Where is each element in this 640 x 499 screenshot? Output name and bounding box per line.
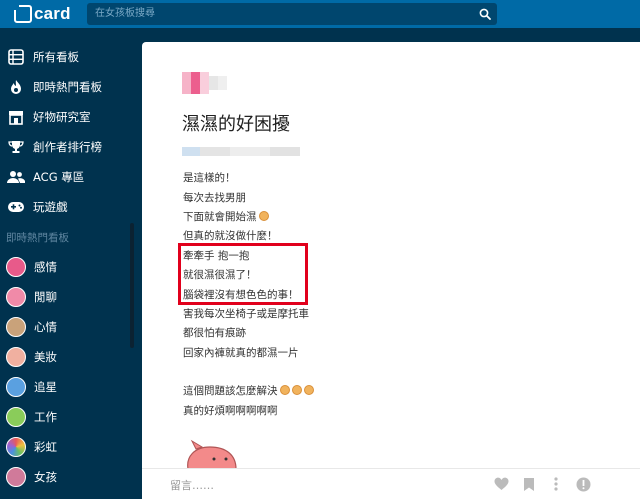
dcard-logo[interactable]: card <box>12 3 71 24</box>
search-input[interactable]: 在女孩板搜尋 <box>87 3 472 25</box>
board-label: 女孩 <box>34 470 57 484</box>
post-card: 濕濕的好困擾 是這樣的！ 每次去找男朋 下面就會開始濕 但真的就沒做什麼！ 牽牽… <box>142 42 640 499</box>
sidebar-board-work[interactable]: 工作 <box>0 402 130 432</box>
post-line: 是這樣的！ <box>183 172 236 184</box>
post-line: 下面就會開始濕 <box>183 210 269 224</box>
board-label: 感情 <box>34 260 57 274</box>
red-highlight-box <box>178 243 308 305</box>
sidebar-item-trending-boards[interactable]: 即時熱門看板 <box>0 72 130 102</box>
post-meta-blurred <box>182 147 300 156</box>
worried-emoji-icon <box>291 385 302 395</box>
board-label: 工作 <box>34 410 57 424</box>
sidebar-item-acg[interactable]: ACG 專區 <box>0 162 130 192</box>
board-avatar <box>6 347 26 367</box>
post-footer: 留言…… <box>142 468 640 499</box>
info-icon <box>576 477 590 491</box>
board-avatar <box>6 377 26 397</box>
sidebar: 所有看板 即時熱門看板 好物研究室 創作者排行榜 ACG 專區 玩遊戲 即時熱門… <box>0 28 140 499</box>
bookmark-button[interactable] <box>520 475 538 493</box>
blush-emoji-icon <box>258 211 269 221</box>
sidebar-item-label: 好物研究室 <box>33 110 91 124</box>
sidebar-item-good-stuff[interactable]: 好物研究室 <box>0 102 130 132</box>
search-icon <box>479 8 491 20</box>
sidebar-item-all-boards[interactable]: 所有看板 <box>0 42 130 72</box>
top-bar: card 在女孩板搜尋 <box>0 0 640 28</box>
post-line: 每次去找男朋 <box>183 192 246 204</box>
sidebar-item-label: 玩遊戲 <box>33 200 68 214</box>
pig-sticker-icon <box>187 439 237 469</box>
sidebar-board-chat[interactable]: 閒聊 <box>0 282 130 312</box>
sidebar-item-label: ACG 專區 <box>33 170 85 184</box>
search-button[interactable] <box>472 3 497 25</box>
more-icon <box>554 477 558 491</box>
sidebar-board-idol[interactable]: 追星 <box>0 372 130 402</box>
sidebar-item-label: 即時熱門看板 <box>33 80 102 94</box>
sidebar-board-mood[interactable]: 心情 <box>0 312 130 342</box>
board-avatar <box>6 317 26 337</box>
post-line: 都很怕有痕跡 <box>183 327 246 339</box>
logo-text: card <box>34 4 71 23</box>
trophy-icon <box>7 138 25 156</box>
sidebar-item-creator-ranking[interactable]: 創作者排行榜 <box>0 132 130 162</box>
board-label: 美妝 <box>34 350 57 364</box>
board-avatar <box>6 257 26 277</box>
post-line-text: 下面就會開始濕 <box>183 211 257 223</box>
worried-emoji-icon <box>279 385 290 395</box>
board-label: 追星 <box>34 380 57 394</box>
post-line: 害我每次坐椅子或是摩托車 <box>183 308 309 320</box>
store-icon <box>7 108 25 126</box>
like-button[interactable] <box>492 475 510 493</box>
worried-emoji-icon <box>303 385 314 395</box>
gamepad-icon <box>7 198 25 216</box>
sidebar-item-label: 創作者排行榜 <box>33 140 102 154</box>
post-line: 回家內褲就真的都濕一片 <box>183 347 299 359</box>
logo-mark <box>12 3 32 23</box>
board-label: 閒聊 <box>34 290 57 304</box>
flame-icon <box>7 78 25 96</box>
post-line-text: 這個問題該怎麼解決 <box>183 385 278 397</box>
author-avatar-blurred <box>182 72 227 94</box>
post-line: 真的好煩啊啊啊啊啊 <box>183 405 278 417</box>
board-label: 心情 <box>34 320 57 334</box>
sidebar-board-makeup[interactable]: 美妝 <box>0 342 130 372</box>
post-title: 濕濕的好困擾 <box>182 114 290 135</box>
post-line: 這個問題該怎麼解決 <box>183 384 314 398</box>
board-avatar <box>6 437 26 457</box>
sidebar-item-label: 所有看板 <box>33 50 79 64</box>
bookmark-icon <box>524 477 534 491</box>
sidebar-scrollbar[interactable] <box>130 223 134 348</box>
board-avatar <box>6 287 26 307</box>
list-icon <box>7 48 25 66</box>
trending-section-title: 即時熱門看板 <box>6 232 69 244</box>
post-line: 但真的就沒做什麼！ <box>183 230 278 242</box>
heart-icon <box>493 477 509 490</box>
sidebar-board-rainbow[interactable]: 彩虹 <box>0 432 130 462</box>
board-avatar <box>6 407 26 427</box>
sidebar-board-girl[interactable]: 女孩 <box>0 462 130 492</box>
more-button[interactable] <box>547 475 565 493</box>
sidebar-item-games[interactable]: 玩遊戲 <box>0 192 130 222</box>
users-icon <box>7 168 25 186</box>
board-avatar <box>6 467 26 487</box>
info-button[interactable] <box>574 475 592 493</box>
comment-input[interactable]: 留言…… <box>170 477 214 493</box>
board-label: 彩虹 <box>34 440 57 454</box>
sidebar-board-relationship[interactable]: 感情 <box>0 252 130 282</box>
